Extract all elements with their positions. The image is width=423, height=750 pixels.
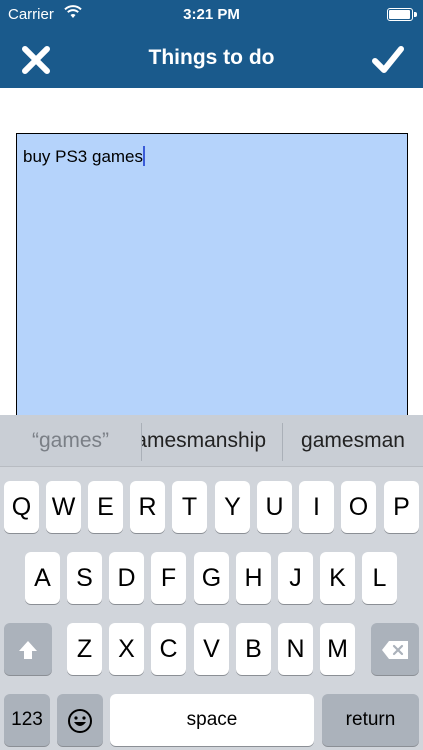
key-a[interactable]: A bbox=[25, 552, 60, 604]
suggestion-bar: “games” gamesmanship gamesman bbox=[0, 415, 423, 467]
status-bar: Carrier 3:21 PM bbox=[0, 0, 423, 30]
key-f[interactable]: F bbox=[151, 552, 186, 604]
todo-text-area[interactable]: buy PS3 games bbox=[16, 133, 408, 433]
key-h[interactable]: H bbox=[236, 552, 271, 604]
emoji-face-icon bbox=[68, 709, 92, 733]
key-x[interactable]: X bbox=[109, 623, 144, 675]
battery-icon bbox=[387, 8, 417, 21]
key-e[interactable]: E bbox=[88, 481, 123, 533]
key-w[interactable]: W bbox=[46, 481, 81, 533]
suggestion-center-label: gamesmanship bbox=[142, 429, 266, 452]
key-i[interactable]: I bbox=[299, 481, 334, 533]
battery-fill bbox=[389, 10, 410, 19]
suggestion-right[interactable]: gamesman bbox=[283, 415, 423, 466]
key-p[interactable]: P bbox=[384, 481, 419, 533]
emoji-key[interactable] bbox=[57, 694, 103, 746]
key-y[interactable]: Y bbox=[215, 481, 250, 533]
shift-key[interactable] bbox=[4, 623, 52, 675]
navigation-bar: Things to do bbox=[0, 30, 423, 88]
key-r[interactable]: R bbox=[130, 481, 165, 533]
numbers-key[interactable]: 123 bbox=[4, 694, 50, 746]
key-d[interactable]: D bbox=[109, 552, 144, 604]
key-v[interactable]: V bbox=[194, 623, 229, 675]
key-m[interactable]: M bbox=[320, 623, 355, 675]
key-s[interactable]: S bbox=[67, 552, 102, 604]
key-l[interactable]: L bbox=[362, 552, 397, 604]
key-o[interactable]: O bbox=[341, 481, 376, 533]
key-c[interactable]: C bbox=[151, 623, 186, 675]
status-time: 3:21 PM bbox=[183, 6, 240, 23]
suggestion-center[interactable]: gamesmanship bbox=[142, 415, 282, 466]
space-key[interactable]: space bbox=[110, 694, 314, 746]
checkmark-icon[interactable] bbox=[371, 44, 405, 76]
page-title: Things to do bbox=[148, 46, 275, 69]
text-caret bbox=[143, 146, 146, 166]
return-key[interactable]: return bbox=[322, 694, 419, 746]
key-u[interactable]: U bbox=[257, 481, 292, 533]
key-b[interactable]: B bbox=[236, 623, 271, 675]
backspace-icon bbox=[382, 641, 408, 659]
key-z[interactable]: Z bbox=[67, 623, 102, 675]
key-q[interactable]: Q bbox=[4, 481, 39, 533]
key-t[interactable]: T bbox=[172, 481, 207, 533]
keyboard: “games” gamesmanship gamesman Q W E R T … bbox=[0, 415, 423, 750]
key-j[interactable]: J bbox=[278, 552, 313, 604]
suggestion-literal[interactable]: “games” bbox=[0, 415, 141, 466]
shift-arrow-icon bbox=[19, 641, 37, 659]
key-k[interactable]: K bbox=[320, 552, 355, 604]
todo-text: buy PS3 games bbox=[23, 147, 144, 166]
delete-key[interactable] bbox=[371, 623, 419, 675]
key-n[interactable]: N bbox=[278, 623, 313, 675]
key-g[interactable]: G bbox=[194, 552, 229, 604]
